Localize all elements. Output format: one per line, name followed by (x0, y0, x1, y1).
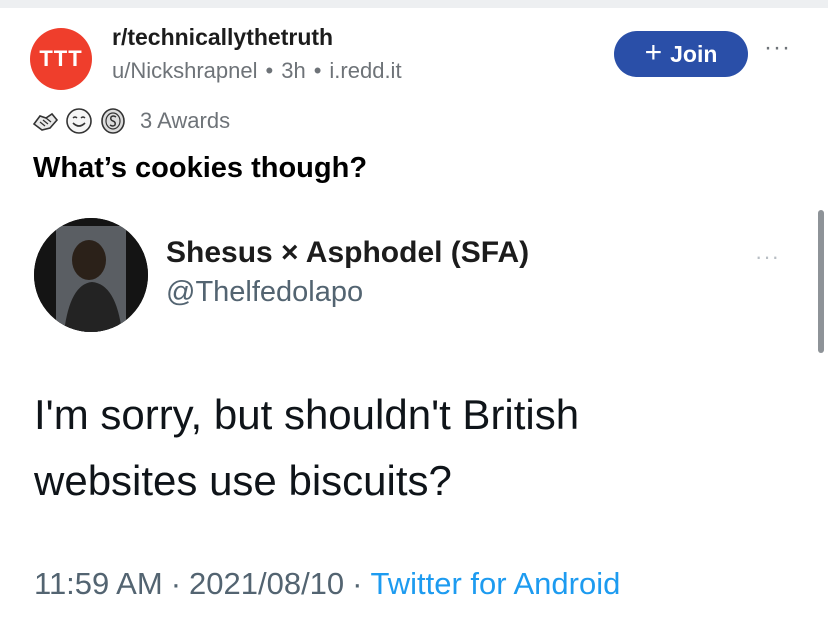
scrollbar[interactable] (818, 210, 824, 353)
post-age: 3h (281, 58, 306, 83)
subreddit-name[interactable]: r/technicallythetruth (112, 24, 333, 51)
awards-count: 3 Awards (140, 108, 231, 133)
tweet-date: 2021/08/10 (189, 566, 345, 601)
tweet-footer: 11:59 AM · 2021/08/10 · Twitter for Android (34, 566, 620, 602)
post-domain[interactable]: i.redd.it (329, 58, 401, 83)
tweet-text-line: I'm sorry, but shouldn't British (34, 391, 580, 438)
profile-photo-icon (34, 218, 148, 332)
tweet-text-line: websites use biscuits? (34, 457, 452, 504)
meta-separator: • (313, 58, 322, 83)
tweet-display-name: Shesus × Asphodel (SFA) (166, 236, 530, 269)
tweet-time: 11:59 AM (34, 566, 163, 601)
subreddit-avatar[interactable]: TTT (30, 28, 92, 90)
tweet-handle: @Thelfedolapo (166, 276, 364, 308)
tweet-text: I'm sorry, but shouldn't British website… (34, 382, 774, 514)
tweet-avatar (34, 218, 148, 332)
handshake-award-icon (32, 112, 59, 131)
silver-coin-award-icon (101, 108, 125, 134)
top-divider (0, 0, 828, 8)
join-button[interactable]: + Join (614, 31, 748, 77)
join-label: Join (670, 40, 718, 67)
post-meta: u/Nickshrapnel • 3h • i.redd.it (112, 58, 402, 84)
meta-separator: • (265, 58, 274, 83)
author-link[interactable]: u/Nickshrapnel (112, 58, 258, 83)
post-title[interactable]: What’s cookies though? (33, 152, 367, 185)
more-options-icon[interactable]: ··· (764, 34, 791, 62)
tweet-source: Twitter for Android (370, 566, 621, 601)
subreddit-avatar-text: TTT (39, 46, 83, 71)
footer-separator: · (170, 566, 182, 601)
awards-row[interactable]: 3 Awards (30, 106, 230, 136)
plus-icon: + (644, 35, 663, 69)
footer-separator: · (352, 566, 363, 601)
tweet-more-icon: ··· (755, 244, 780, 269)
wholesome-award-icon (66, 108, 92, 134)
